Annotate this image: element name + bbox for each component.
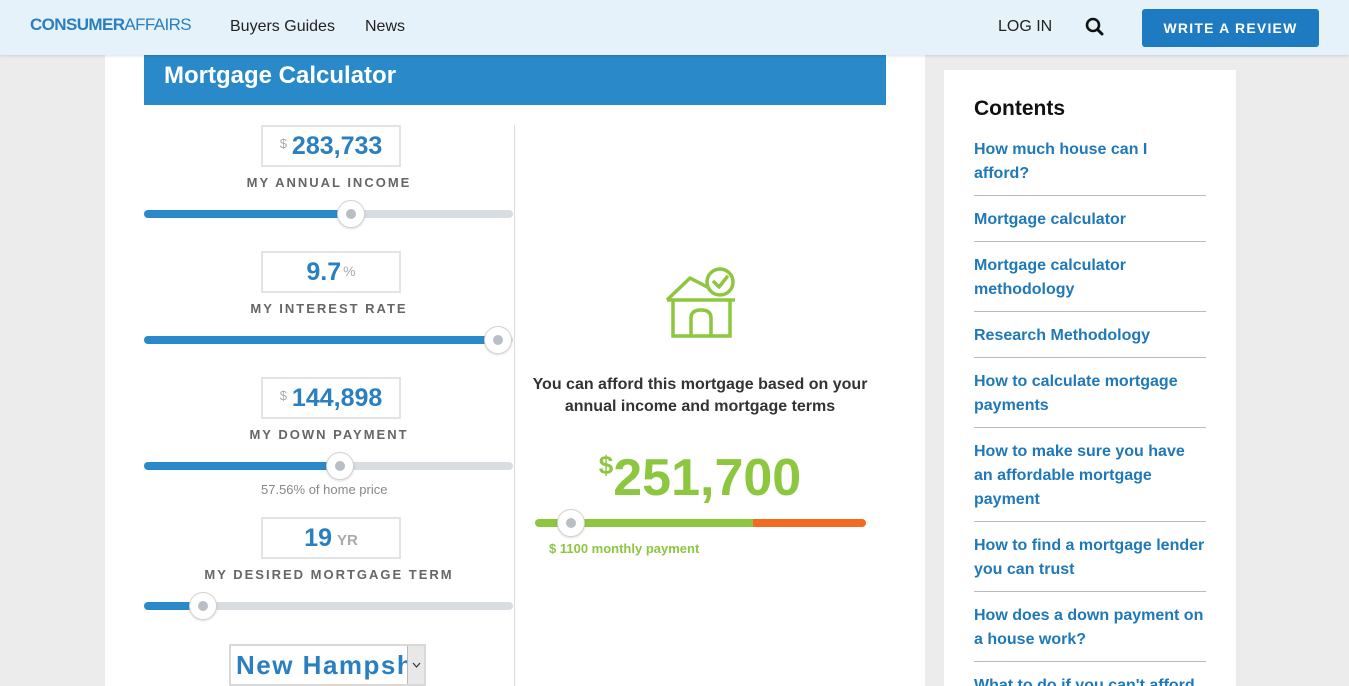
- monthly-payment-text: $ 1100 monthly payment: [549, 541, 700, 556]
- mortgage-term-input[interactable]: 19 YR: [261, 517, 401, 559]
- affordability-bar[interactable]: [535, 509, 866, 537]
- toc-link[interactable]: How much house can I afford?: [974, 136, 1206, 196]
- affordable-amount-value: 251,700: [613, 449, 802, 507]
- state-select-value: New Hampshire: [236, 650, 424, 680]
- toc-link[interactable]: How to find a mortgage lender you can tr…: [974, 532, 1206, 592]
- mortgage-term-label: MY DESIRED MORTGAGE TERM: [204, 567, 454, 582]
- income-slider[interactable]: [144, 200, 513, 228]
- down-payment-slider[interactable]: [144, 452, 513, 480]
- logo-text-consumer: CONSUMER: [30, 15, 125, 34]
- affordable-amount: $251,700: [530, 448, 870, 508]
- toc-link[interactable]: Research Methodology: [974, 322, 1206, 358]
- affordability-message: You can afford this mortgage based on yo…: [532, 376, 868, 415]
- write-a-review-button[interactable]: WRITE A REVIEW: [1142, 9, 1319, 47]
- toc-link[interactable]: What to do if you can't afford: [974, 672, 1206, 686]
- down-payment-label: MY DOWN PAYMENT: [249, 427, 409, 442]
- nav-buyers-guides[interactable]: Buyers Guides: [230, 18, 335, 36]
- term-slider[interactable]: [144, 592, 513, 620]
- login-link[interactable]: LOG IN: [998, 18, 1052, 36]
- toc-link[interactable]: How does a down payment on a house work?: [974, 602, 1206, 662]
- down-payment-slider-handle[interactable]: [325, 452, 354, 480]
- house-check-icon: [664, 266, 738, 338]
- interest-rate-input[interactable]: 9.7 %: [261, 251, 401, 293]
- income-value: 283,733: [291, 131, 383, 160]
- logo-text-affairs: AFFAIRS: [124, 15, 192, 34]
- income-slider-fill: [144, 210, 351, 218]
- interest-slider[interactable]: [144, 326, 513, 354]
- interest-slider-fill: [144, 336, 499, 344]
- down-payment-currency-symbol: $: [279, 388, 287, 403]
- calculator-title: Mortgage Calculator: [164, 62, 397, 89]
- affordability-bar-orange: [753, 519, 866, 527]
- down-payment-value: 144,898: [291, 383, 383, 412]
- chevron-down-icon[interactable]: [407, 646, 424, 684]
- income-slider-handle[interactable]: [336, 200, 365, 228]
- top-navigation-bar: CONSUMERAFFAIRS Buyers Guides News LOG I…: [0, 0, 1349, 55]
- annual-income-input[interactable]: $ 283,733: [261, 125, 401, 167]
- interest-percent-symbol: %: [343, 263, 356, 279]
- search-icon[interactable]: [1085, 17, 1105, 37]
- toc-link[interactable]: Mortgage calculator methodology: [974, 252, 1206, 312]
- state-select[interactable]: New Hampshire: [229, 644, 426, 686]
- interest-value: 9.7: [306, 257, 342, 286]
- term-slider-handle[interactable]: [189, 592, 218, 620]
- down-payment-input[interactable]: $ 144,898: [261, 377, 401, 419]
- toc-link[interactable]: Mortgage calculator: [974, 206, 1206, 242]
- term-value: 19: [304, 523, 332, 552]
- calculator-divider: [514, 125, 515, 686]
- down-payment-slider-fill: [144, 462, 340, 470]
- toc-link[interactable]: How to make sure you have an affordable …: [974, 438, 1206, 522]
- income-currency-symbol: $: [279, 136, 287, 151]
- annual-income-label: MY ANNUAL INCOME: [246, 175, 412, 190]
- toc-link[interactable]: How to calculate mortgage payments: [974, 368, 1206, 428]
- down-payment-percent-note: 57.56% of home price: [261, 482, 388, 497]
- affordable-currency-symbol: $: [598, 450, 614, 480]
- nav-news[interactable]: News: [365, 18, 405, 36]
- consumeraffairs-logo[interactable]: CONSUMERAFFAIRS: [30, 15, 192, 35]
- main-content-panel: [105, 55, 925, 686]
- contents-title: Contents: [974, 97, 1065, 120]
- table-of-contents: How much house can I afford? Mortgage ca…: [974, 136, 1206, 686]
- contents-sidebar: Contents How much house can I afford? Mo…: [944, 70, 1236, 686]
- interest-rate-label: MY INTEREST RATE: [250, 301, 408, 316]
- calculator-header: Mortgage Calculator: [144, 55, 886, 105]
- term-unit: YR: [336, 531, 358, 549]
